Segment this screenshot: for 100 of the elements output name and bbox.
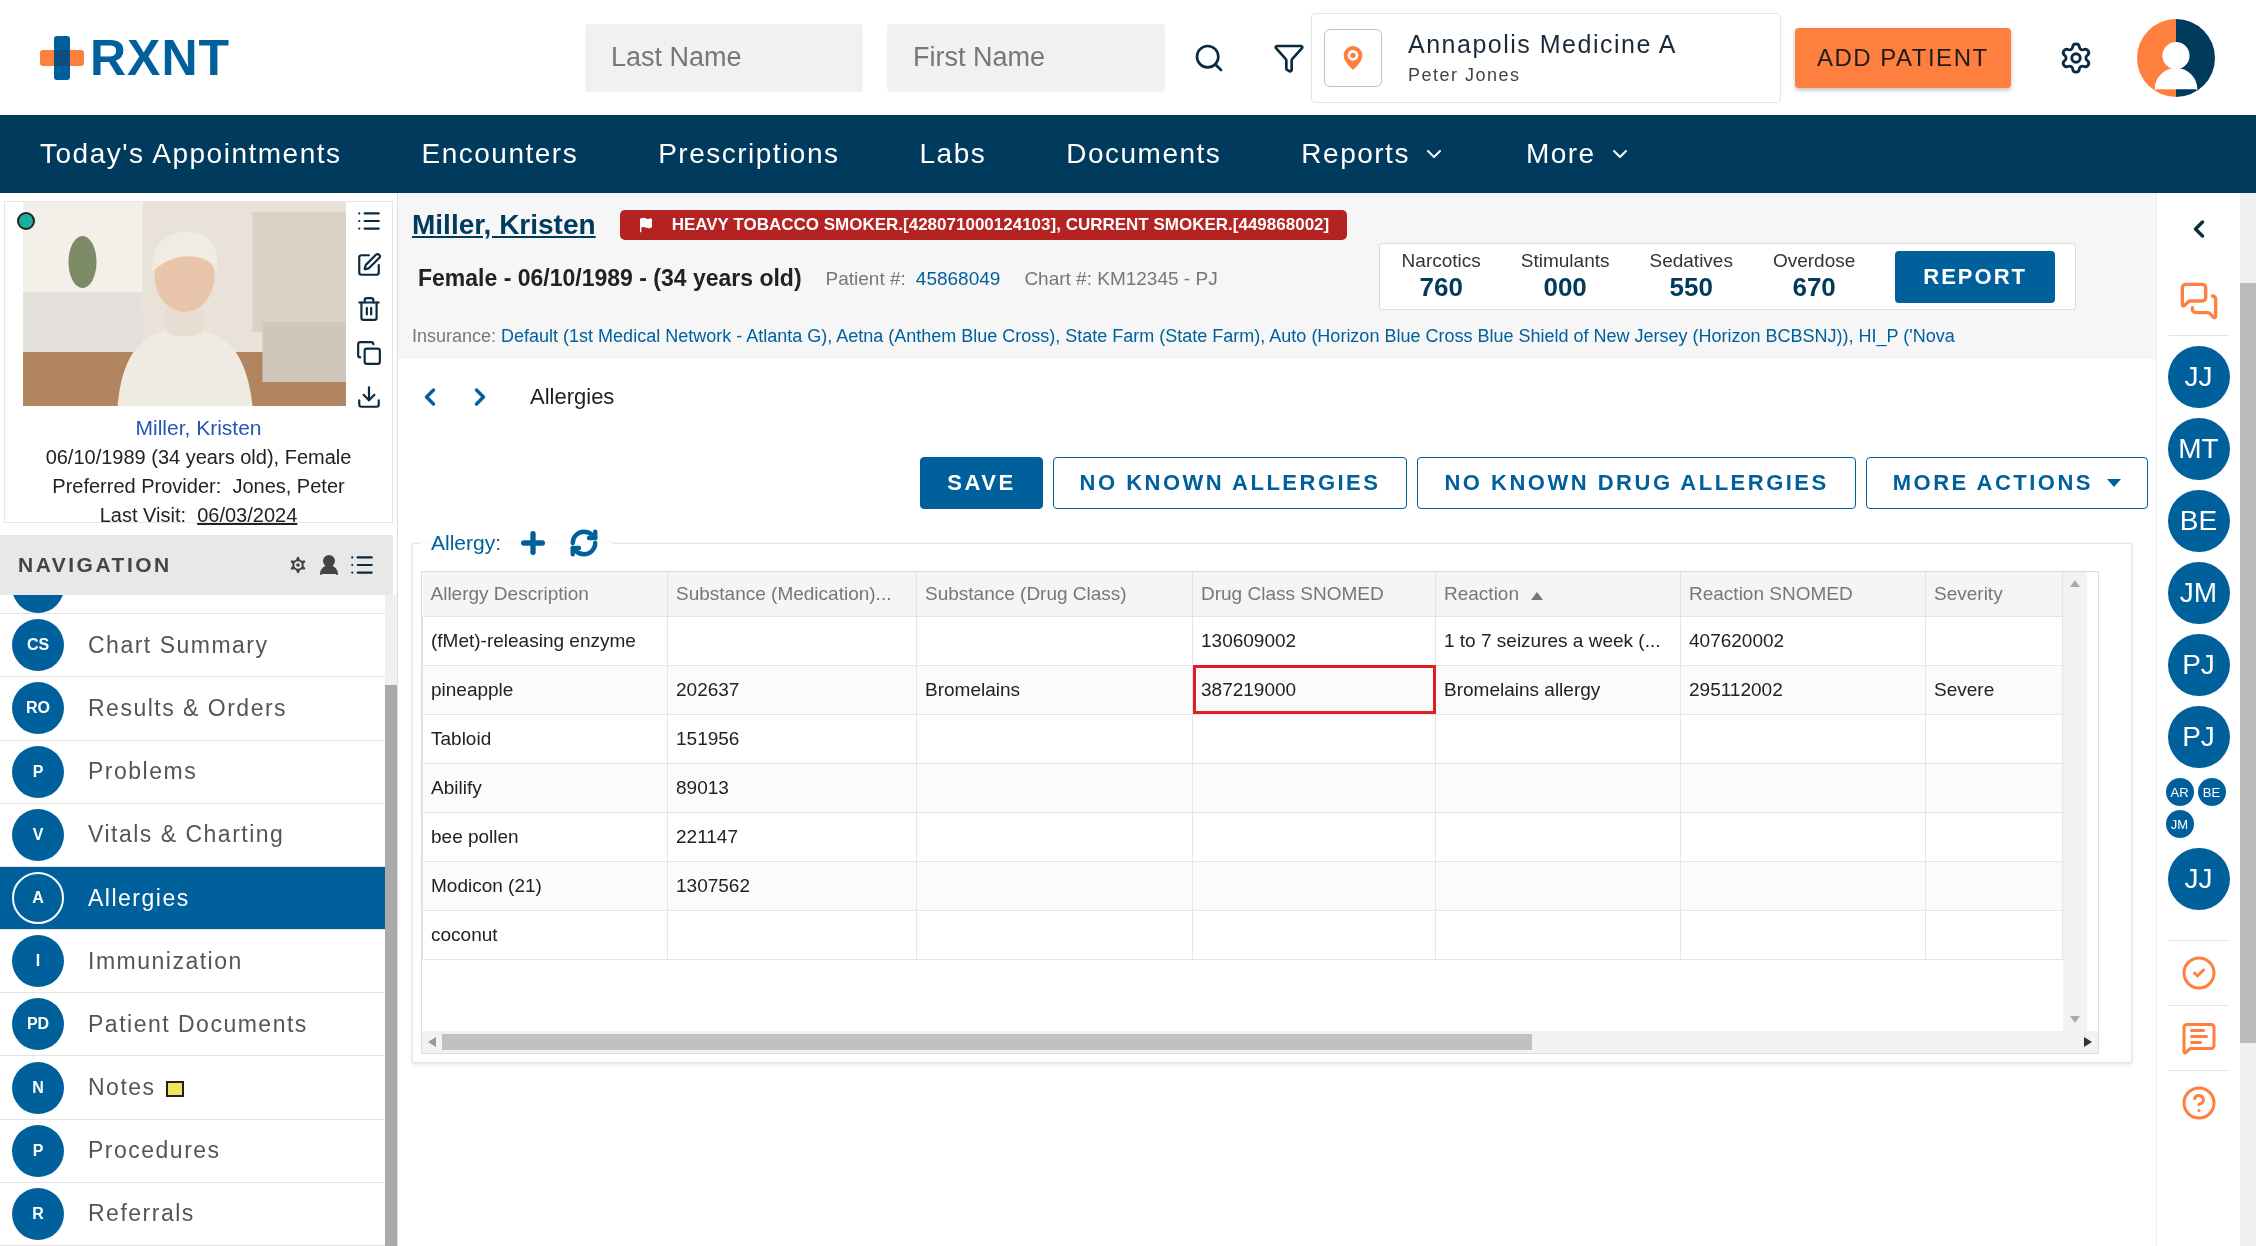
table-cell[interactable] [667,910,917,959]
column-header[interactable]: Severity [1925,572,2063,616]
nav-menu-item[interactable]: Labs [919,138,987,170]
user-avatar[interactable]: BE [2197,778,2226,806]
table-cell[interactable]: 202637 [667,665,917,714]
table-cell[interactable]: Modicon (21) [422,861,668,910]
column-header[interactable]: Substance (Drug Class) [916,572,1193,616]
column-header[interactable]: Substance (Medication)... [667,572,917,616]
horizontal-scrollbar[interactable] [422,1031,2098,1053]
scroll-up-icon[interactable] [2070,580,2080,587]
table-cell[interactable] [1680,714,1926,763]
location-card[interactable]: Annapolis Medicine A Peter Jones [1311,12,1781,103]
user-avatar[interactable]: PJ [2167,634,2230,696]
column-header[interactable]: Reaction [1435,572,1681,616]
table-cell[interactable]: Bromelains [916,665,1193,714]
note-icon [165,1081,184,1097]
nav-menu-item[interactable]: Encounters [421,138,579,170]
table-cell[interactable] [1680,861,1926,910]
column-header[interactable]: Reaction SNOMED [1680,572,1926,616]
navigation-item[interactable]: A Allergies [0,866,385,931]
user-avatar[interactable]: AR [2165,778,2194,806]
nav-menu-item[interactable]: Prescriptions [658,138,840,170]
scrollbar-thumb[interactable] [385,685,397,1246]
user-avatar[interactable]: JM [2167,562,2230,624]
table-cell[interactable]: bee pollen [422,812,668,861]
user-avatar[interactable]: JJ [2167,848,2230,910]
table-cell[interactable]: Bromelains allergy [1435,665,1681,714]
nav-badge: CS [12,619,64,672]
table-cell[interactable] [916,616,1193,665]
table-cell[interactable]: 1307562 [667,861,917,910]
table-cell[interactable] [1435,812,1681,861]
scroll-right-icon[interactable] [2084,1037,2092,1047]
table-cell[interactable]: 295112002 [1680,665,1926,714]
table-cell[interactable] [1435,910,1681,959]
table-cell[interactable] [1192,763,1436,812]
table-cell[interactable] [1435,861,1681,910]
table-cell[interactable]: 387219000 [1192,665,1436,714]
table-cell[interactable] [1925,763,2063,812]
report-button[interactable]: REPORT [1895,250,2055,303]
more-actions-button[interactable]: MORE ACTIONS [1865,457,2148,509]
user-avatar[interactable]: PJ [2167,706,2230,768]
table-cell[interactable] [916,812,1193,861]
table-cell[interactable] [1925,616,2063,665]
scroll-down-icon[interactable] [2070,1016,2080,1023]
table-cell[interactable] [916,714,1193,763]
patient-name-link[interactable]: Miller, Kristen [135,416,262,440]
last-name-field[interactable]: Last Name [585,23,863,92]
vertical-scrollbar[interactable] [2063,572,2087,1031]
table-cell[interactable] [1192,714,1436,763]
table-cell[interactable]: 151956 [667,714,917,763]
table-cell[interactable]: Severe [1925,665,2063,714]
scroll-left-icon[interactable] [428,1037,436,1047]
nav-badge: A [12,872,64,924]
nav-menu-item[interactable]: Documents [1066,138,1222,170]
nav-menu-item[interactable]: Today's Appointments [40,138,342,170]
table-cell[interactable] [667,616,917,665]
patient-number-link[interactable]: 45868049 [915,267,1001,290]
table-cell[interactable]: 1 to 7 seizures a week (... [1435,616,1681,665]
table-cell[interactable]: coconut [422,910,668,959]
allergy-label: Allergy: [431,531,502,555]
table-cell[interactable]: 407620002 [1680,616,1926,665]
table-cell[interactable] [1925,714,2063,763]
add-patient-button[interactable]: ADD PATIENT [1795,27,2011,88]
user-avatar[interactable]: MT [2167,418,2230,480]
table-cell[interactable]: 221147 [667,812,917,861]
column-header[interactable]: Drug Class SNOMED [1192,572,1436,616]
user-avatar[interactable]: JJ [2167,346,2230,408]
table-cell[interactable]: pineapple [422,665,668,714]
patient-name-link[interactable]: Miller, Kristen [412,209,596,241]
alert-badge: HEAVY TOBACCO SMOKER.[428071000124103], CURRENT SMOKER.[449868002] [619,210,1348,240]
nav-menu-item[interactable]: More [1525,138,1632,170]
table-cell[interactable] [1192,861,1436,910]
table-cell[interactable]: (fMet)-releasing enzyme [422,616,668,665]
table-cell[interactable] [1925,910,2063,959]
action-button[interactable]: NO KNOWN DRUG ALLERGIES [1417,457,1856,509]
table-cell[interactable] [1435,714,1681,763]
table-cell[interactable] [916,910,1193,959]
table-cell[interactable] [916,763,1193,812]
table-cell[interactable] [1925,861,2063,910]
scrollbar-thumb[interactable] [2240,283,2256,1043]
table-cell[interactable] [1435,763,1681,812]
insurance-link[interactable]: Default (1st Medical Network - Atlanta G), Aetna (Anthem Blue Cross), State Farm (State Farm), Auto (Horizon Blue Cross Blue Shield of New Jersey (Horizon BCBSNJ)), HI_P ('Nova [501,326,1955,346]
user-avatar[interactable]: JM [2165,810,2194,838]
save-button[interactable]: SAVE [920,457,1043,509]
table-cell[interactable] [1192,812,1436,861]
table-cell[interactable]: Abilify [422,763,668,812]
table-cell[interactable] [1192,910,1436,959]
first-name-field[interactable]: First Name [887,23,1165,92]
action-button[interactable]: NO KNOWN ALLERGIES [1052,457,1408,509]
table-cell[interactable] [1925,812,2063,861]
column-header[interactable]: Allergy Description [422,572,668,616]
table-cell[interactable]: Tabloid [422,714,668,763]
table-cell[interactable] [1680,812,1926,861]
table-cell[interactable]: 130609002 [1192,616,1436,665]
table-cell[interactable] [916,861,1193,910]
table-cell[interactable] [1680,763,1926,812]
user-avatar[interactable]: BE [2167,490,2230,552]
nav-menu-item[interactable]: Reports [1301,138,1446,170]
table-cell[interactable] [1680,910,1926,959]
table-cell[interactable]: 89013 [667,763,917,812]
